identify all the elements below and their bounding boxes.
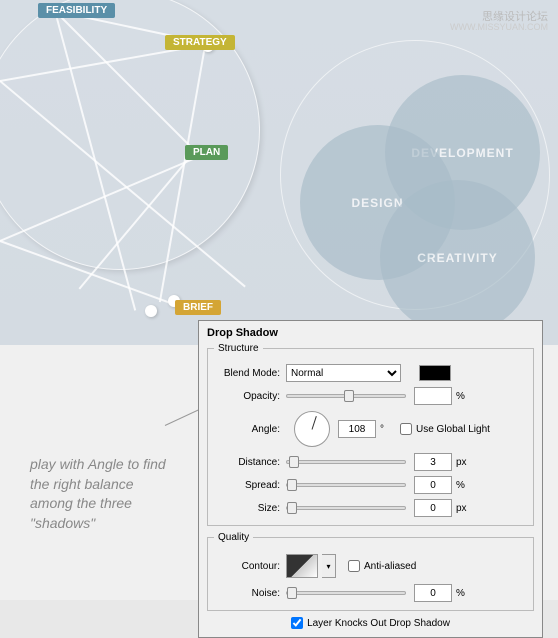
angle-wheel[interactable] [294, 411, 330, 447]
opacity-label: Opacity: [214, 391, 286, 402]
watermark-url: WWW.MISSYUAN.COM [450, 22, 548, 32]
size-unit: px [456, 503, 476, 514]
global-light-label: Use Global Light [416, 424, 490, 435]
opacity-slider[interactable] [286, 394, 406, 398]
distance-label: Distance: [214, 457, 286, 468]
venn-diagram: DEVELOPMENT DESIGN CREATIVITY [290, 45, 550, 305]
spread-label: Spread: [214, 480, 286, 491]
diagram-area: 思缘设计论坛 WWW.MISSYUAN.COM FEASIBILITY STRA… [0, 0, 558, 345]
quality-group: Quality Contour: ▾ Anti-aliased Noise: % [207, 532, 534, 611]
blend-mode-select[interactable]: Normal [286, 364, 401, 382]
knockout-label: Layer Knocks Out Drop Shadow [307, 618, 450, 629]
noise-slider[interactable] [286, 591, 406, 595]
global-light-checkbox[interactable] [400, 423, 412, 435]
anti-aliased-checkbox[interactable] [348, 560, 360, 572]
blend-mode-label: Blend Mode: [214, 368, 286, 379]
shadow-color-swatch[interactable] [419, 365, 451, 381]
size-slider[interactable] [286, 506, 406, 510]
drop-shadow-dialog: Drop Shadow Structure Blend Mode: Normal… [198, 320, 543, 638]
tag-plan: PLAN [185, 145, 228, 160]
contour-dropdown-icon[interactable]: ▾ [322, 554, 336, 578]
tag-feasibility: FEASIBILITY [38, 3, 115, 18]
opacity-unit: % [456, 391, 476, 402]
spread-slider[interactable] [286, 483, 406, 487]
distance-unit: px [456, 457, 476, 468]
knockout-checkbox[interactable] [291, 617, 303, 629]
angle-label: Angle: [214, 424, 286, 435]
annotation-text: play with Angle to find the right balanc… [30, 455, 170, 533]
tag-brief: BRIEF [175, 300, 221, 315]
contour-preview[interactable] [286, 554, 318, 578]
size-input[interactable] [414, 499, 452, 517]
quality-legend: Quality [214, 532, 253, 543]
angle-unit: ° [380, 424, 400, 435]
structure-group: Structure Blend Mode: Normal Opacity: % … [207, 343, 534, 526]
venn-creativity: CREATIVITY [380, 180, 535, 335]
anti-aliased-label: Anti-aliased [364, 561, 416, 572]
contour-label: Contour: [214, 561, 286, 572]
distance-input[interactable] [414, 453, 452, 471]
noise-input[interactable] [414, 584, 452, 602]
distance-slider[interactable] [286, 460, 406, 464]
angle-input[interactable] [338, 420, 376, 438]
network-node [145, 305, 157, 317]
opacity-input[interactable] [414, 387, 452, 405]
structure-legend: Structure [214, 343, 263, 354]
panel-area: play with Angle to find the right balanc… [0, 345, 558, 600]
spread-unit: % [456, 480, 476, 491]
tag-strategy: STRATEGY [165, 35, 235, 50]
noise-label: Noise: [214, 588, 286, 599]
size-label: Size: [214, 503, 286, 514]
spread-input[interactable] [414, 476, 452, 494]
noise-unit: % [456, 588, 476, 599]
dialog-title: Drop Shadow [207, 327, 534, 339]
